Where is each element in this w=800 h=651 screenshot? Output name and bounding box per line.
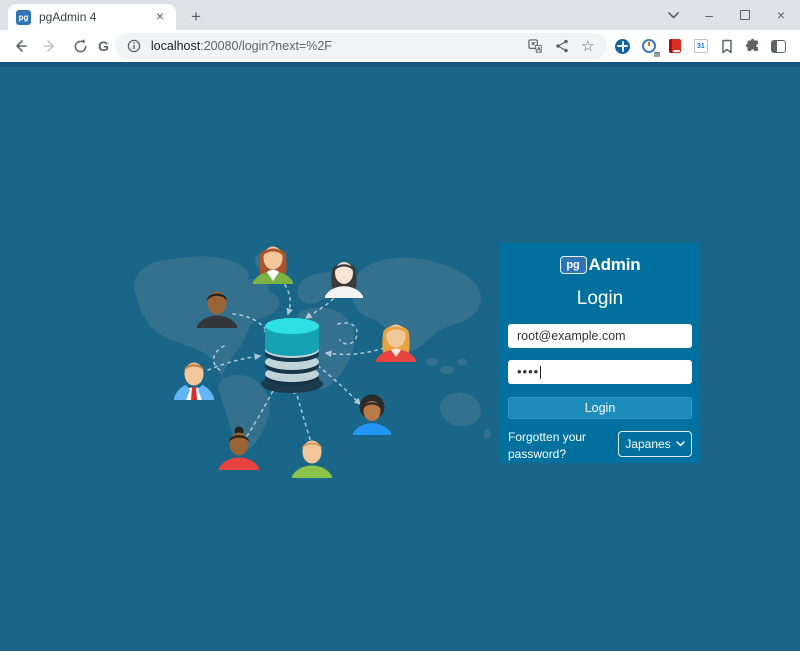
window-controls: – × (662, 0, 792, 30)
browser-toolbar: G localhost:20080/login?next=%2F (0, 30, 800, 62)
forward-icon[interactable] (38, 34, 62, 58)
clock-lock-extension-icon[interactable] (639, 36, 659, 56)
email-field[interactable] (508, 324, 692, 348)
share-icon[interactable] (553, 37, 571, 55)
database-icon (261, 318, 323, 393)
address-bar[interactable]: localhost:20080/login?next=%2F ☆ (115, 33, 607, 59)
url-path: :20080/login?next=%2F (200, 39, 332, 53)
forgot-password-link[interactable]: Forgotten your password? (508, 429, 608, 463)
reload-icon[interactable] (68, 34, 92, 58)
url-text[interactable]: localhost:20080/login?next=%2F (151, 39, 519, 53)
new-tab-button[interactable]: + (184, 5, 208, 29)
page-info-icon[interactable] (125, 37, 143, 55)
bookmark-flag-icon[interactable] (717, 36, 737, 56)
red-book-extension-icon[interactable] (665, 36, 685, 56)
avatar-person-blue (353, 395, 391, 436)
language-select[interactable]: Japanes (618, 431, 692, 457)
tab-title: pgAdmin 4 (39, 10, 152, 24)
browser-tab[interactable]: pg pgAdmin 4 × (8, 4, 176, 30)
login-panel: pg Admin Login •••• Login Forgotten your… (500, 243, 700, 463)
login-title: Login (508, 288, 692, 310)
calendar-extension-icon[interactable]: 31 (691, 36, 711, 56)
window-maximize-icon[interactable] (734, 4, 756, 26)
pgadmin-login-page: pg Admin Login •••• Login Forgotten your… (0, 62, 800, 651)
translate-icon[interactable] (527, 37, 545, 55)
pgadmin-logo: pg Admin (508, 255, 692, 275)
avatar-man-green (292, 441, 332, 479)
extensions-puzzle-icon[interactable] (743, 36, 763, 56)
side-panel-icon[interactable] (769, 36, 789, 56)
pgadmin-favicon: pg (16, 10, 31, 25)
avatar-man-tie (174, 363, 214, 401)
tab-close-icon[interactable]: × (152, 9, 168, 25)
google-g-icon[interactable]: G (98, 34, 109, 58)
back-icon[interactable] (8, 34, 32, 58)
language-selected-value: Japanes (625, 437, 670, 451)
chevron-down-icon (676, 441, 685, 447)
window-minimize-icon[interactable]: – (698, 4, 720, 26)
bookmark-star-icon[interactable]: ☆ (579, 37, 597, 55)
browser-window: pg pgAdmin 4 × + – × G (0, 0, 800, 651)
url-host: localhost (151, 39, 200, 53)
window-chevron-icon[interactable] (662, 4, 684, 26)
login-button[interactable]: Login (508, 397, 692, 419)
tab-strip: pg pgAdmin 4 × + – × (0, 0, 800, 30)
blue-target-extension-icon[interactable] (613, 36, 633, 56)
pgadmin-logo-badge: pg (560, 256, 587, 274)
pgadmin-logo-wordmark: Admin (589, 255, 641, 275)
password-field[interactable]: •••• (508, 360, 692, 384)
chrome-menu-icon[interactable]: ⋮ (795, 37, 800, 55)
window-close-icon[interactable]: × (770, 4, 792, 26)
text-caret (540, 366, 541, 379)
password-mask: •••• (517, 367, 539, 377)
